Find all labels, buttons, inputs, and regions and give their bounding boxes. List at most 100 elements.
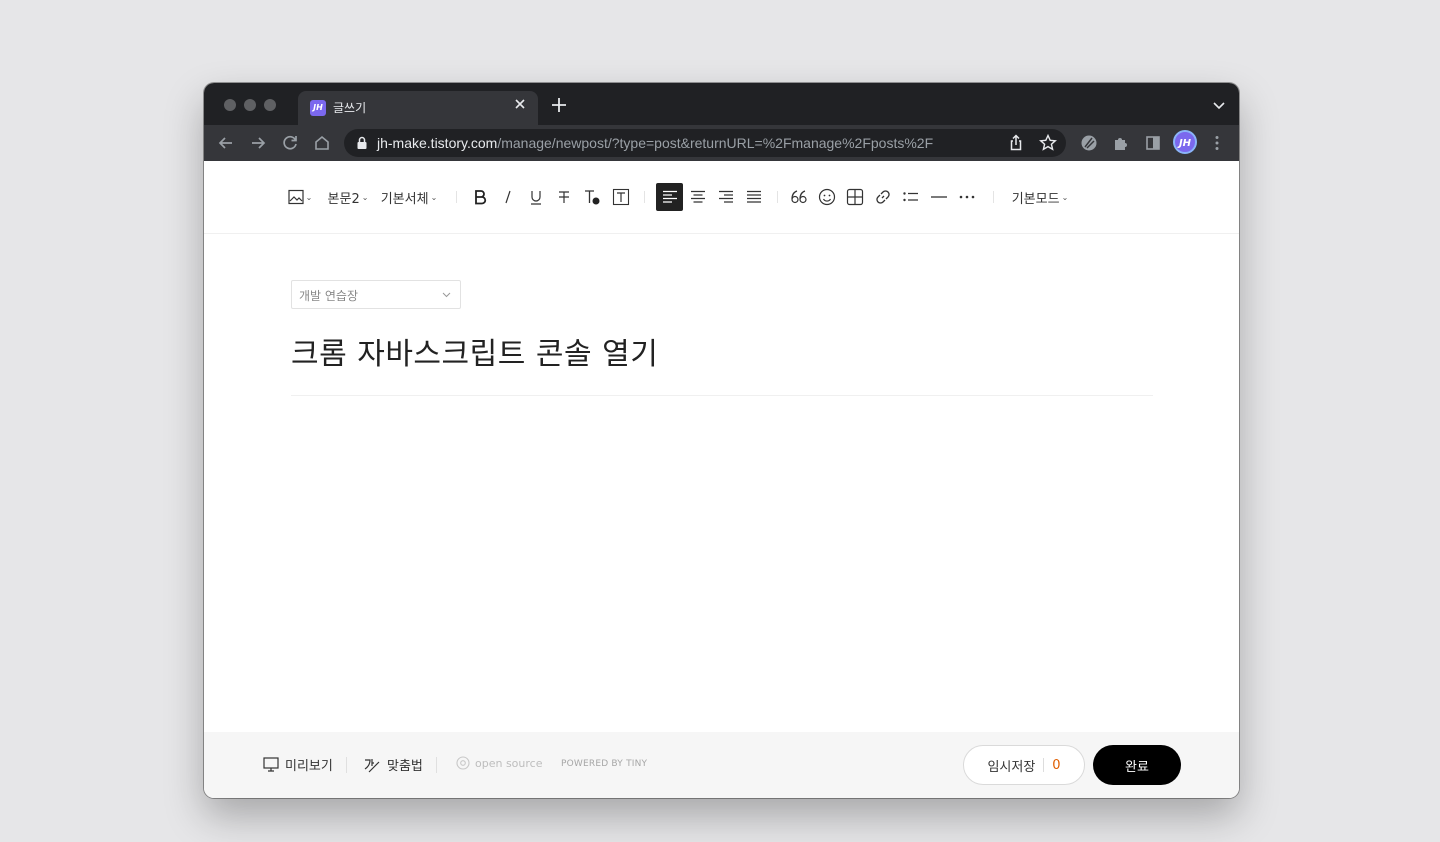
monitor-icon bbox=[263, 757, 279, 772]
close-window-button[interactable] bbox=[224, 99, 236, 111]
tab-title: 글쓰기 bbox=[333, 101, 367, 115]
chevron-down-icon: ⌄ bbox=[430, 192, 438, 202]
url-host: jh-make.tistory.com bbox=[377, 135, 498, 151]
draft-divider bbox=[1043, 758, 1045, 772]
powered-by-tiny-link[interactable]: POWERED BY TINY bbox=[561, 759, 647, 769]
chevron-down-icon: ⌄ bbox=[361, 192, 369, 202]
align-center-icon bbox=[690, 190, 705, 203]
extension-icon[interactable] bbox=[1078, 132, 1100, 154]
spellcheck-button[interactable]: 맞춤법 bbox=[363, 755, 423, 774]
align-center-button[interactable] bbox=[684, 183, 711, 211]
editor-footer: 미리보기 맞춤법 open source POWERED BY TINY 임시저… bbox=[204, 732, 1239, 798]
emoji-icon bbox=[818, 188, 836, 206]
reload-icon[interactable] bbox=[279, 132, 301, 154]
tab-bar: JH 글쓰기 bbox=[204, 83, 1239, 125]
quote-button[interactable] bbox=[786, 183, 812, 211]
bookmark-star-icon[interactable] bbox=[1038, 133, 1058, 153]
text-color-icon bbox=[585, 190, 600, 205]
lock-icon bbox=[357, 136, 367, 149]
insert-image-button[interactable]: ⌄ bbox=[286, 183, 314, 211]
spellcheck-label: 맞춤법 bbox=[387, 759, 423, 774]
text-color-button[interactable] bbox=[579, 183, 605, 211]
text-background-button[interactable] bbox=[608, 183, 634, 211]
chevron-down-icon: ⌄ bbox=[1061, 192, 1069, 202]
toolbar-divider bbox=[644, 191, 645, 203]
footer-divider bbox=[346, 757, 347, 773]
open-source-link[interactable]: open source bbox=[456, 756, 542, 770]
url-text: jh-make.tistory.com/manage/newpost/?type… bbox=[377, 135, 933, 151]
horizontal-rule-icon bbox=[931, 196, 947, 198]
align-justify-button[interactable] bbox=[740, 183, 767, 211]
emoji-button[interactable] bbox=[814, 183, 840, 211]
align-right-icon bbox=[718, 190, 733, 203]
align-left-button[interactable] bbox=[656, 183, 683, 211]
preview-button[interactable]: 미리보기 bbox=[263, 755, 333, 774]
extensions-puzzle-icon[interactable] bbox=[1110, 132, 1132, 154]
category-select[interactable]: 개발 연습장 bbox=[291, 280, 461, 309]
tab-favicon: JH bbox=[310, 100, 326, 116]
italic-button[interactable] bbox=[495, 183, 521, 211]
footer-divider bbox=[436, 757, 437, 773]
link-button[interactable] bbox=[870, 183, 896, 211]
maximize-window-button[interactable] bbox=[264, 99, 276, 111]
open-source-label: open source bbox=[475, 756, 543, 770]
align-right-button[interactable] bbox=[712, 183, 739, 211]
side-panel-icon[interactable] bbox=[1142, 132, 1164, 154]
editor-mode-dropdown[interactable]: 기본모드 ⌄ bbox=[1008, 183, 1072, 211]
post-body-editor[interactable] bbox=[291, 413, 1153, 723]
more-icon bbox=[959, 195, 975, 199]
tab-search-chevron-icon[interactable] bbox=[1211, 97, 1227, 113]
home-icon[interactable] bbox=[311, 132, 333, 154]
underline-button[interactable] bbox=[523, 183, 549, 211]
editor-toolbar: ⌄ 본문2 ⌄ 기본서체 ⌄ 기본모드 ⌄ bbox=[204, 161, 1239, 234]
table-icon bbox=[846, 188, 864, 206]
quote-icon bbox=[791, 190, 807, 204]
align-left-icon bbox=[662, 190, 677, 203]
profile-avatar[interactable]: JH bbox=[1173, 130, 1197, 154]
editor-mode-label: 기본모드 bbox=[1011, 191, 1060, 207]
browser-toolbar: jh-make.tistory.com/manage/newpost/?type… bbox=[204, 125, 1239, 161]
save-draft-button[interactable]: 임시저장 0 bbox=[963, 745, 1085, 785]
url-path: /manage/newpost/?type=post&returnURL=%2F… bbox=[497, 135, 934, 151]
browser-menu-icon[interactable] bbox=[1206, 132, 1228, 154]
forward-arrow-icon[interactable] bbox=[247, 132, 269, 154]
paragraph-style-label: 본문2 bbox=[327, 191, 360, 207]
table-button[interactable] bbox=[842, 183, 868, 211]
post-title-input[interactable]: 크롬 자바스크립트 콘솔 열기 bbox=[291, 329, 658, 373]
strikethrough-button[interactable] bbox=[551, 183, 577, 211]
browser-window: JH 글쓰기 jh-make.tistory.com/manage/newpos… bbox=[204, 83, 1239, 798]
address-bar[interactable]: jh-make.tistory.com/manage/newpost/?type… bbox=[344, 129, 1066, 157]
bold-button[interactable] bbox=[467, 183, 493, 211]
link-icon bbox=[876, 190, 890, 204]
bold-icon bbox=[475, 190, 487, 205]
list-icon bbox=[903, 192, 918, 202]
toolbar-divider bbox=[456, 191, 457, 203]
publish-done-button[interactable]: 완료 bbox=[1093, 745, 1181, 785]
back-arrow-icon[interactable] bbox=[215, 132, 237, 154]
title-divider bbox=[291, 395, 1153, 396]
font-family-label: 기본서체 bbox=[380, 191, 429, 207]
list-button[interactable] bbox=[898, 183, 924, 211]
paragraph-style-dropdown[interactable]: 본문2 ⌄ bbox=[327, 183, 369, 211]
horizontal-rule-button[interactable] bbox=[926, 183, 952, 211]
image-icon bbox=[288, 189, 304, 205]
open-source-icon bbox=[456, 756, 470, 770]
font-family-dropdown[interactable]: 기본서체 ⌄ bbox=[380, 183, 438, 211]
strikethrough-icon bbox=[559, 191, 569, 203]
draft-count: 0 bbox=[1052, 757, 1061, 773]
italic-icon bbox=[505, 190, 511, 204]
underline-icon bbox=[531, 191, 541, 205]
align-justify-icon bbox=[746, 190, 761, 203]
share-icon[interactable] bbox=[1006, 133, 1026, 153]
browser-tab-active[interactable]: JH 글쓰기 bbox=[298, 91, 538, 125]
toolbar-divider bbox=[993, 191, 994, 203]
more-button[interactable] bbox=[954, 183, 980, 211]
preview-label: 미리보기 bbox=[285, 759, 333, 774]
tab-close-icon[interactable] bbox=[512, 96, 528, 112]
new-tab-button[interactable] bbox=[548, 94, 570, 116]
chevron-down-icon bbox=[442, 292, 451, 298]
toolbar-divider bbox=[777, 191, 778, 203]
minimize-window-button[interactable] bbox=[244, 99, 256, 111]
text-background-icon bbox=[612, 188, 630, 206]
chevron-down-icon: ⌄ bbox=[305, 192, 313, 202]
